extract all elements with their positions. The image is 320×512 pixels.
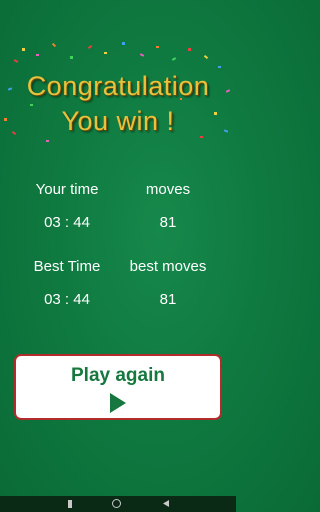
- recent-apps-icon[interactable]: [162, 499, 171, 508]
- play-icon: [110, 393, 126, 413]
- congratulation-title: Congratulation: [26, 71, 210, 101]
- back-icon[interactable]: [66, 500, 74, 508]
- best-moves-label: best moves: [129, 258, 207, 275]
- best-time-label: Best Time: [33, 258, 101, 275]
- win-screen: { "title": { "line1": "Congratulation", …: [0, 0, 236, 512]
- your-time-label: Your time: [35, 181, 99, 198]
- your-time-value: 03 : 44: [44, 214, 90, 231]
- moves-value: 81: [159, 214, 177, 231]
- play-again-label: Play again: [71, 365, 165, 386]
- home-icon[interactable]: [112, 499, 121, 508]
- best-time-value: 03 : 44: [44, 291, 90, 308]
- you-win-title: You win !: [61, 106, 175, 136]
- moves-label: moves: [145, 181, 191, 198]
- play-again-button[interactable]: Play again: [14, 354, 222, 420]
- best-moves-value: 81: [159, 291, 177, 308]
- system-nav-bar: [0, 496, 236, 512]
